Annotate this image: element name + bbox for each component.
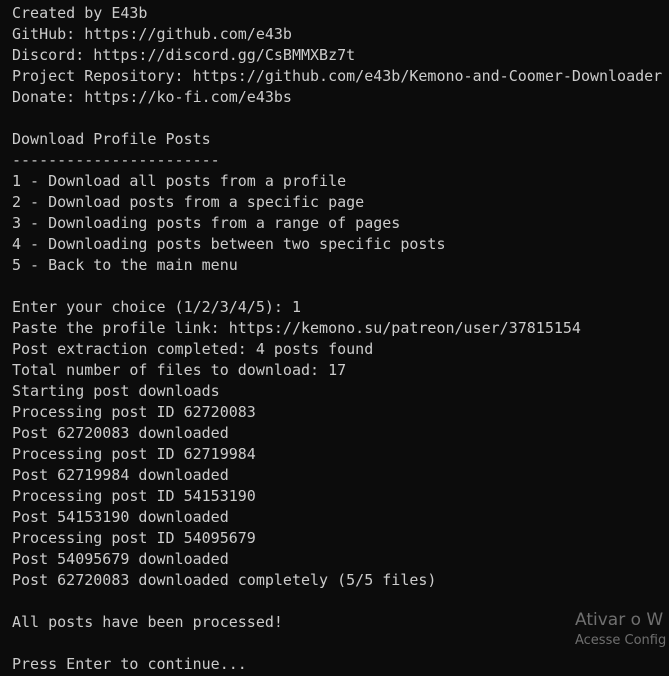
- log-line: Post 62719984 downloaded: [12, 466, 229, 484]
- donate-line: Donate: https://ko-fi.com/e43bs: [12, 88, 292, 106]
- menu-title: Download Profile Posts: [12, 130, 211, 148]
- watermark-title: Ativar o W: [575, 610, 664, 630]
- credit-line: Created by E43b: [12, 4, 148, 22]
- log-line: Post 54153190 downloaded: [12, 508, 229, 526]
- menu-option-2: 2 - Download posts from a specific page: [12, 193, 365, 211]
- watermark-subtitle: Acesse Config: [575, 633, 667, 648]
- download-start-status: Starting post downloads: [12, 382, 220, 400]
- file-count-status: Total number of files to download: 17: [12, 361, 347, 379]
- completion-log-line: Post 62720083 downloaded completely (5/5…: [12, 571, 437, 589]
- menu-option-1: 1 - Download all posts from a profile: [12, 172, 347, 190]
- menu-option-5: 5 - Back to the main menu: [12, 256, 238, 274]
- all-processed-message: All posts have been processed!: [12, 613, 283, 631]
- terminal-window[interactable]: Created by E43b GitHub: https://github.c…: [0, 0, 669, 676]
- log-line: Processing post ID 62719984: [12, 445, 256, 463]
- log-line: Processing post ID 62720083: [12, 403, 256, 421]
- choice-prompt: Enter your choice (1/2/3/4/5): 1: [12, 298, 301, 316]
- log-line: Processing post ID 54153190: [12, 487, 256, 505]
- log-line: Post 54095679 downloaded: [12, 550, 229, 568]
- windows-activation-watermark: Ativar o W Acesse Config: [575, 609, 666, 650]
- terminal-output: Created by E43b GitHub: https://github.c…: [12, 3, 662, 675]
- extraction-status: Post extraction completed: 4 posts found: [12, 340, 374, 358]
- log-line: Post 62720083 downloaded: [12, 424, 229, 442]
- continue-prompt[interactable]: Press Enter to continue...: [12, 654, 662, 675]
- profile-link-prompt: Paste the profile link: https://kemono.s…: [12, 319, 581, 337]
- menu-divider: -----------------------: [12, 151, 220, 169]
- log-line: Processing post ID 54095679: [12, 529, 256, 547]
- github-line: GitHub: https://github.com/e43b: [12, 25, 292, 43]
- discord-line: Discord: https://discord.gg/CsBMMXBz7t: [12, 46, 356, 64]
- menu-option-3: 3 - Downloading posts from a range of pa…: [12, 214, 401, 232]
- menu-option-4: 4 - Downloading posts between two specif…: [12, 235, 446, 253]
- repository-line: Project Repository: https://github.com/e…: [12, 67, 663, 85]
